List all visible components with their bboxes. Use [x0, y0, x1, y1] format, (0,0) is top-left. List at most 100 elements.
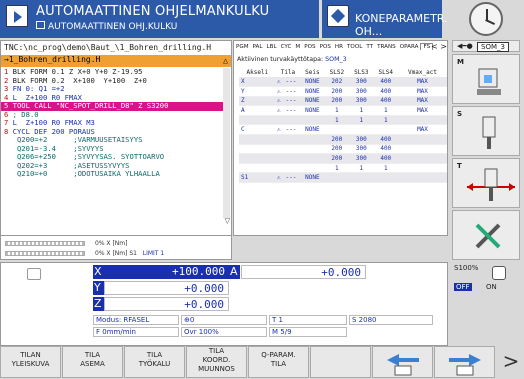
table-cell — [397, 144, 447, 155]
status-tab[interactable]: LBL — [265, 44, 279, 50]
safety-mode-label: Aktiivinen turvakäyttötapa: — [237, 56, 324, 63]
load-text-2: 0% X [Nm] S1 LIMIT 1 — [95, 250, 164, 257]
table-cell: 1 — [373, 163, 398, 174]
program-line[interactable]: Q210=+0 ;ODOTUSAIKA YLHAALLA — [1, 169, 224, 179]
table-cell: --- — [281, 105, 301, 116]
status-tab[interactable]: OPARA — [398, 44, 421, 50]
softkey-overview[interactable]: TILAN YLEISKUVA — [0, 346, 61, 378]
off-indicator[interactable]: OFF — [454, 283, 472, 291]
mode-subtitle: AUTOMAATTINEN OHJ.KULKU — [36, 21, 177, 32]
softkey-q-param-l2: TILA — [270, 360, 287, 368]
more-softkeys-icon[interactable]: > — [498, 346, 524, 378]
load-status: 0% X [Nm] 0% X [Nm] S1 LIMIT 1 — [0, 236, 232, 260]
status-tab[interactable]: POS — [318, 44, 333, 50]
status-tab[interactable]: CYC — [279, 44, 294, 50]
program-file-name: →1_Bohren_drilling.H — [4, 55, 101, 64]
spindle-override: S100% — [454, 264, 479, 272]
som-label: SOM_3 — [477, 42, 509, 52]
table-cell: 1 — [373, 105, 398, 116]
m-function-field: M 5/9 — [269, 327, 347, 337]
column-header: Seis — [305, 68, 320, 76]
softkey-q-param[interactable]: Q-PARAM. TILA — [248, 346, 309, 378]
status-tabs[interactable]: PGM PAL LBL CYC M POS POS HR TOOL TT TRANS OPARA FS — [234, 43, 447, 54]
axis-value-x: +100.000 — [104, 265, 229, 279]
clock-icon — [469, 2, 503, 36]
table-row[interactable]: S1 ⚠ --- NONE — [239, 172, 447, 184]
table-cell: S1 — [239, 172, 276, 184]
table-cell: 400 — [373, 96, 398, 107]
column-header: Tila — [280, 68, 296, 76]
table-row[interactable]: 200 300 400 — [239, 153, 447, 164]
table-cell: 300 — [349, 96, 374, 107]
softkey-empty-1[interactable] — [310, 346, 371, 378]
axis-label-y: Y — [93, 281, 104, 295]
table-cell: 300 — [349, 134, 374, 145]
table-cell: NONE — [300, 77, 325, 88]
mode-header[interactable]: AUTOMAATTINEN OHJELMANKULKU AUTOMAATTINE… — [0, 0, 319, 38]
table-cell: NONE — [300, 96, 325, 107]
table-cell: MAX — [397, 86, 447, 97]
table-cell: 400 — [373, 77, 398, 88]
line-text: Q210=+0 ;ODOTUSAIKA YLHAALLA — [4, 169, 160, 178]
scroll-down-icon[interactable]: ▽ — [225, 217, 230, 225]
on-indicator[interactable]: ON — [486, 283, 497, 291]
table-cell: A — [239, 105, 276, 116]
table-row[interactable]: C ⚠ --- NONE MAX — [239, 124, 447, 136]
table-cell: 200 — [324, 86, 350, 97]
softkey-m[interactable]: M — [452, 54, 520, 104]
status-tab[interactable]: PAL — [251, 44, 265, 50]
softkey-coord-transform[interactable]: TILA KOORD. MUUNNOS — [186, 346, 247, 378]
secondary-mode-header[interactable]: KONEPARAMETR. OH... — [322, 0, 448, 38]
softkey-tools[interactable] — [452, 210, 520, 260]
table-cell — [373, 124, 398, 136]
position-mode-icon[interactable] — [27, 268, 41, 280]
program-scrollbar[interactable] — [223, 68, 230, 218]
softkey-s[interactable]: S — [452, 106, 520, 156]
table-cell: 200 — [324, 144, 350, 155]
column-header: Vmax_act — [408, 68, 437, 76]
table-row[interactable]: 200 300 400 — [239, 134, 447, 145]
safety-table: Akseli Tila Seis SLS2 SLS3 SLS4 Vmax_act X ⚠ ---… — [239, 67, 447, 184]
table-row[interactable]: 111 — [239, 163, 447, 174]
table-row[interactable]: Z ⚠ --- NONE 200 300 400 MAX — [239, 96, 447, 107]
arrow-left-icon — [386, 354, 419, 376]
program-run-icon — [6, 5, 28, 27]
override-switch-icon[interactable] — [492, 266, 506, 280]
status-tab[interactable]: PGM — [234, 44, 251, 50]
safety-params-panel[interactable]: PGM PAL LBL CYC M POS POS HR TOOL TT TRANS OPARA FS … — [233, 40, 448, 236]
softkey-position-l2: ASEMA — [80, 360, 105, 368]
status-tab[interactable]: TRANS — [375, 44, 398, 50]
softkey-t[interactable]: T — [452, 158, 520, 208]
table-cell: Y — [239, 86, 276, 97]
status-tab[interactable]: M — [293, 44, 302, 50]
table-header: Akseli Tila Seis SLS2 SLS3 SLS4 Vmax_act — [239, 67, 447, 77]
table-row[interactable]: Y ⚠ --- NONE 200 300 400 MAX — [239, 86, 447, 97]
status-tab[interactable]: POS — [302, 44, 317, 50]
tab-nav-arrows[interactable]: < > — [431, 42, 447, 51]
table-row[interactable]: A ⚠ --- NONE 1 1 1 MAX — [239, 105, 447, 116]
program-lines[interactable]: 1 BLK FORM 0.1 Z X+0 Y+0 Z-19.95 2 BLK FO… — [1, 67, 224, 179]
safety-mode-line: Aktiivinen turvakäyttötapa: SOM_3 — [237, 56, 347, 63]
softkey-m-label: M — [457, 58, 464, 66]
softkey-forward[interactable] — [434, 346, 495, 378]
table-row[interactable]: X ⚠ --- NONE 202 300 400 MAX — [239, 77, 447, 88]
load-bar-1 — [5, 241, 85, 246]
mode-title: AUTOMAATTINEN OHJELMANKULKU — [36, 4, 270, 19]
softkey-back[interactable] — [372, 346, 433, 378]
table-cell — [397, 115, 447, 126]
status-tab[interactable]: HR — [333, 44, 345, 50]
status-tab[interactable]: TOOL — [345, 44, 364, 50]
table-cell — [324, 124, 350, 136]
spindle-field: S 2080 — [349, 315, 433, 325]
softkey-position[interactable]: TILA ASEMA — [62, 346, 123, 378]
table-row[interactable]: 200 300 400 — [239, 144, 447, 155]
som-tab[interactable]: ◀━● SOM_3 — [452, 40, 520, 52]
scroll-up-icon[interactable]: △ — [223, 56, 228, 65]
table-cell — [397, 153, 447, 164]
softkey-tool-l1: TILA — [146, 351, 163, 359]
softkey-tool[interactable]: TILA TYÖKALU — [124, 346, 185, 378]
status-tab[interactable]: TT — [364, 44, 375, 50]
zero-value: 0 — [189, 316, 195, 324]
program-panel[interactable]: TNC:\nc_prog\demo\Baut_\1_Bohren_drillin… — [0, 40, 232, 236]
table-row[interactable]: 111 — [239, 115, 447, 126]
